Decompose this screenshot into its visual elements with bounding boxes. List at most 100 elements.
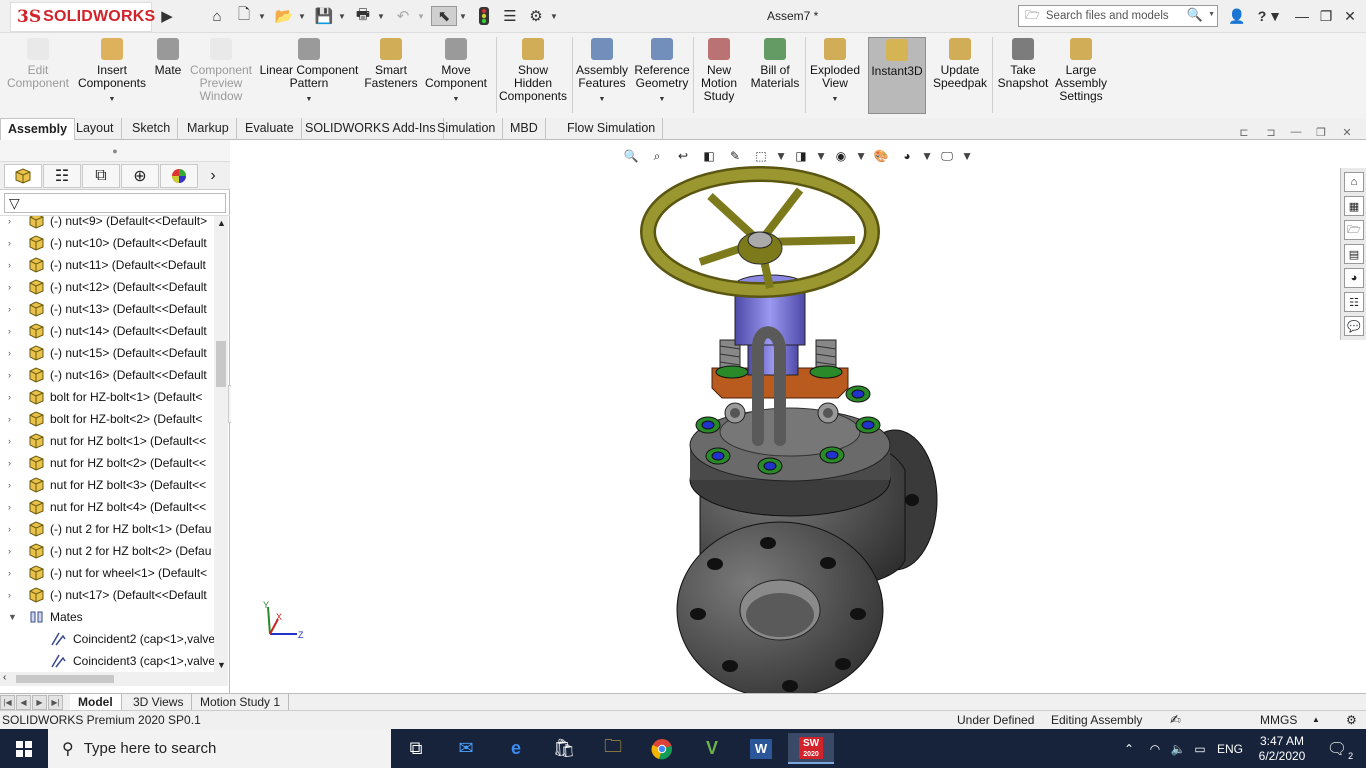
taskbar-search-input[interactable]: ⚲ Type here to search bbox=[48, 729, 391, 768]
menu-expand-icon[interactable]: ▶ bbox=[160, 6, 174, 26]
options-dropdown-icon[interactable]: ▼ bbox=[550, 6, 558, 26]
tab-prev-icon[interactable]: ◀ bbox=[16, 695, 31, 710]
forum-icon[interactable]: 💬 bbox=[1344, 316, 1364, 336]
custom-properties-icon[interactable]: ☷ bbox=[1344, 292, 1364, 312]
view-orientation-icon[interactable]: ⬚ bbox=[750, 146, 772, 166]
configuration-manager-tab-icon[interactable]: ⧉ bbox=[82, 164, 120, 188]
expand-chevron-icon[interactable]: › bbox=[8, 430, 11, 452]
h-scroll-thumb[interactable] bbox=[16, 675, 114, 683]
tree-item-part[interactable]: › nut for HZ bolt<3> (Default<< bbox=[0, 474, 214, 496]
ribbon-button-move-component[interactable]: Move Component ▼ bbox=[424, 38, 488, 106]
ribbon-button-snapshot[interactable]: Take Snapshot bbox=[996, 38, 1050, 90]
tree-item-part[interactable]: › nut for HZ bolt<4> (Default<< bbox=[0, 496, 214, 518]
edge-icon[interactable]: e bbox=[496, 733, 536, 764]
scene-dropdown-icon[interactable]: ▼ bbox=[921, 146, 933, 166]
tree-item-part[interactable]: › nut for HZ bolt<2> (Default<< bbox=[0, 452, 214, 474]
select-dropdown-icon[interactable]: ▼ bbox=[459, 6, 467, 26]
task-view-icon[interactable]: ⧉ bbox=[396, 733, 436, 764]
expand-chevron-icon[interactable]: › bbox=[8, 364, 11, 386]
expand-chevron-icon[interactable]: › bbox=[8, 452, 11, 474]
tab-evaluate[interactable]: Evaluate bbox=[238, 118, 302, 140]
expand-chevron-icon[interactable]: › bbox=[8, 298, 11, 320]
zoom-to-area-icon[interactable]: ⌕ bbox=[646, 146, 668, 166]
tree-vertical-scrollbar[interactable]: ▲ ▼ bbox=[214, 216, 228, 672]
mates-folder[interactable]: ▼ Mates bbox=[0, 606, 214, 628]
tree-item-part[interactable]: › (-) nut<16> (Default<<Default bbox=[0, 364, 214, 386]
tree-item-part[interactable]: › (-) nut<12> (Default<<Default bbox=[0, 276, 214, 298]
units-dropdown-icon[interactable]: ▲ bbox=[1312, 711, 1320, 729]
search-input[interactable]: 🗁 Search files and models 🔍 ▼ bbox=[1018, 5, 1218, 27]
panel-tabs-scroll-right-icon[interactable]: › bbox=[199, 164, 227, 188]
save-icon[interactable]: 💾 bbox=[313, 6, 335, 26]
ribbon-button-large-assembly[interactable]: Large Assembly Settings bbox=[1054, 38, 1108, 103]
collapse-chevron-icon[interactable]: ▼ bbox=[8, 606, 17, 628]
undo-icon[interactable]: ↶ bbox=[392, 6, 414, 26]
tree-item-part[interactable]: › (-) nut<10> (Default<<Default bbox=[0, 232, 214, 254]
zoom-to-fit-icon[interactable]: 🔍 bbox=[620, 146, 642, 166]
scroll-thumb[interactable] bbox=[216, 341, 226, 387]
search-dropdown-icon[interactable]: ▼ bbox=[1208, 11, 1215, 18]
expand-chevron-icon[interactable]: › bbox=[8, 584, 11, 606]
hide-show-items-icon[interactable]: ◉ bbox=[830, 146, 852, 166]
tree-item-part[interactable]: › (-) nut 2 for HZ bolt<1> (Defau bbox=[0, 518, 214, 540]
windows-start-icon[interactable] bbox=[0, 729, 48, 768]
language-indicator[interactable]: ENG bbox=[1215, 729, 1245, 768]
view-settings-dropdown-icon[interactable]: ▼ bbox=[961, 146, 973, 166]
ribbon-button-speedpak[interactable]: Update Speedpak bbox=[930, 38, 990, 90]
rebuild-traffic-light-icon[interactable] bbox=[474, 6, 494, 26]
home-icon[interactable]: ⌂ bbox=[206, 6, 228, 26]
notifications-icon[interactable]: 🗨 2 bbox=[1322, 729, 1353, 768]
solidworks-resources-icon[interactable]: ⌂ bbox=[1344, 172, 1364, 192]
minimize-icon[interactable]: — bbox=[1290, 5, 1314, 27]
edit-appearance-icon[interactable]: 🎨 bbox=[870, 146, 892, 166]
file-explorer-icon[interactable]: 🗀 bbox=[593, 733, 633, 764]
section-view-icon[interactable]: ◧ bbox=[698, 146, 720, 166]
expand-chevron-icon[interactable]: › bbox=[8, 254, 11, 276]
tree-item-part[interactable]: › (-) nut<11> (Default<<Default bbox=[0, 254, 214, 276]
expand-chevron-icon[interactable]: › bbox=[8, 342, 11, 364]
tab-layout[interactable]: Layout bbox=[69, 118, 122, 140]
tab-simulation[interactable]: Simulation bbox=[430, 118, 504, 140]
word-icon[interactable]: W bbox=[741, 733, 781, 764]
expand-chevron-icon[interactable]: › bbox=[8, 232, 11, 254]
mate-item[interactable]: Coincident2 (cap<1>,valve bbox=[0, 628, 214, 650]
status-options-icon[interactable]: ⚙ bbox=[1346, 711, 1357, 729]
expand-chevron-icon[interactable]: › bbox=[8, 276, 11, 298]
display-style-icon[interactable]: ◨ bbox=[790, 146, 812, 166]
ribbon-button-preview-window[interactable]: Component Preview Window bbox=[188, 38, 254, 103]
ribbon-button-insert-components[interactable]: Insert Components ▼ bbox=[76, 38, 148, 106]
mdi-close-icon[interactable]: ✕ bbox=[1338, 126, 1356, 140]
expand-chevron-icon[interactable]: › bbox=[8, 518, 11, 540]
tab-addins[interactable]: SOLIDWORKS Add-Ins bbox=[298, 118, 444, 140]
design-library-icon[interactable]: ▦ bbox=[1344, 196, 1364, 216]
file-properties-icon[interactable]: ☰ bbox=[500, 6, 520, 26]
ribbon-button-bom[interactable]: Bill of Materials bbox=[748, 38, 802, 90]
ribbon-button-linear-pattern[interactable]: Linear Component Pattern ▼ bbox=[258, 38, 360, 106]
ribbon-button-show-hidden[interactable]: Show Hidden Components bbox=[498, 38, 568, 103]
ribbon-dropdown-icon[interactable]: ▼ bbox=[424, 93, 488, 106]
view-palette-icon[interactable]: ▤ bbox=[1344, 244, 1364, 264]
tree-horizontal-scrollbar[interactable]: ‹ bbox=[0, 672, 228, 686]
feature-manager-tab-icon[interactable] bbox=[4, 164, 42, 188]
tab-assembly[interactable]: Assembly bbox=[0, 118, 76, 140]
tab-mbd[interactable]: MBD bbox=[503, 118, 546, 140]
expand-chevron-icon[interactable]: › bbox=[8, 540, 11, 562]
tab-3d-views[interactable]: 3D Views bbox=[125, 694, 193, 711]
mdi-minimize-icon[interactable]: — bbox=[1287, 126, 1305, 140]
ribbon-button-instant3d[interactable]: Instant3D bbox=[868, 37, 926, 114]
search-scope-icon[interactable]: 🗁 bbox=[1025, 6, 1040, 27]
store-icon[interactable]: 🛍 bbox=[544, 733, 584, 764]
mdi-prev-icon[interactable]: ⊏ bbox=[1235, 126, 1253, 140]
tree-item-part[interactable]: › (-) nut<9> (Default<<Default> bbox=[0, 216, 214, 232]
vectorworks-icon[interactable]: V bbox=[692, 733, 732, 764]
valve-assembly-model[interactable]: Y X Z bbox=[231, 140, 1340, 699]
apply-scene-icon[interactable]: ◕ bbox=[896, 146, 918, 166]
ribbon-button-mate[interactable]: Mate bbox=[152, 38, 184, 77]
tab-first-icon[interactable]: |◀ bbox=[0, 695, 15, 710]
ribbon-button-smart-fasteners[interactable]: Smart Fasteners bbox=[362, 38, 420, 90]
battery-icon[interactable]: ▭ bbox=[1190, 729, 1210, 768]
tree-item-part[interactable]: › (-) nut<15> (Default<<Default bbox=[0, 342, 214, 364]
wifi-icon[interactable]: ◠ bbox=[1145, 729, 1165, 768]
tab-sketch[interactable]: Sketch bbox=[125, 118, 179, 140]
dynamic-annotation-icon[interactable]: ✎ bbox=[724, 146, 746, 166]
